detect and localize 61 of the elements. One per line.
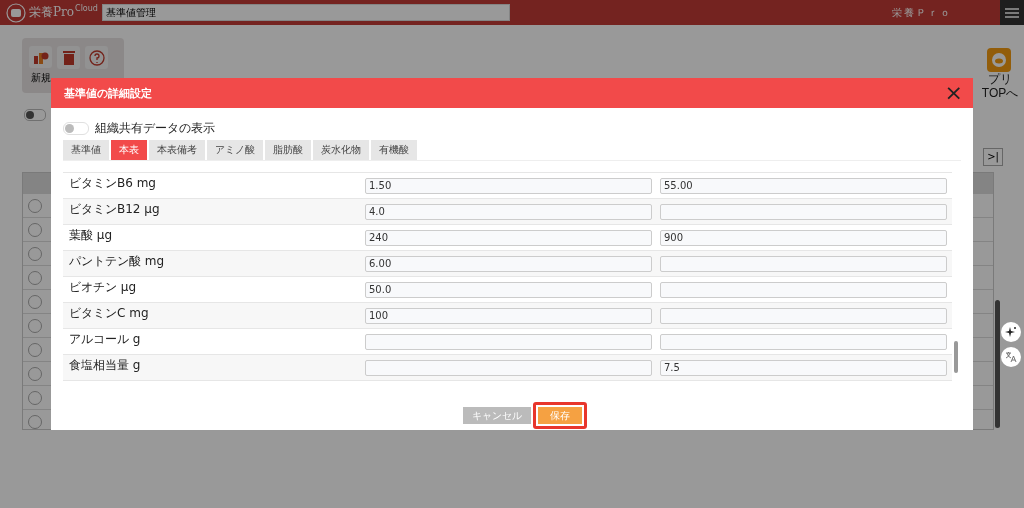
value-field[interactable] bbox=[660, 307, 947, 324]
app-name: 栄養Ｐｒｏ bbox=[892, 5, 952, 20]
tab[interactable]: 炭水化物 bbox=[313, 140, 369, 160]
value-field[interactable]: 1.50 bbox=[365, 177, 652, 194]
tab[interactable]: 脂肪酸 bbox=[265, 140, 311, 160]
radio-button[interactable] bbox=[28, 390, 42, 405]
radio-button[interactable] bbox=[28, 342, 42, 357]
radio-button[interactable] bbox=[28, 366, 42, 381]
nutrient-label: 食塩相当量 g bbox=[69, 357, 142, 374]
sparkle-icon[interactable] bbox=[1005, 326, 1017, 338]
scrollbar[interactable] bbox=[995, 300, 1000, 428]
app-logo-text: 栄養Pro bbox=[29, 4, 75, 21]
new-label: 新規 bbox=[30, 71, 51, 85]
radio-button[interactable] bbox=[28, 318, 42, 333]
nutrient-label: ビタミンB12 µg bbox=[69, 201, 161, 218]
value-field[interactable]: 55.00 bbox=[660, 177, 947, 194]
menu-icon[interactable] bbox=[1005, 7, 1019, 18]
radio-button[interactable] bbox=[28, 270, 42, 285]
value-field[interactable] bbox=[660, 333, 947, 350]
radio-button[interactable] bbox=[28, 414, 42, 429]
value-field[interactable]: 4.0 bbox=[365, 203, 652, 220]
cloud-app-icon[interactable] bbox=[987, 48, 1011, 72]
value-field[interactable] bbox=[365, 333, 652, 350]
nutrient-label: ビタミンC mg bbox=[69, 305, 150, 322]
nutrient-label: ビオチン µg bbox=[69, 279, 138, 296]
last-page-button[interactable]: >| bbox=[983, 148, 1003, 166]
radio-button[interactable] bbox=[28, 246, 42, 261]
toggle-switch[interactable] bbox=[63, 122, 89, 135]
nutrient-label: 葉酸 µg bbox=[69, 227, 114, 244]
value-field[interactable]: 50.0 bbox=[365, 281, 652, 298]
radio-button[interactable] bbox=[28, 222, 42, 237]
radio-button[interactable] bbox=[28, 294, 42, 309]
logo-cloud-label: Cloud bbox=[75, 3, 98, 13]
help-icon[interactable] bbox=[88, 49, 105, 66]
app-top-link[interactable]: プリTOPへ bbox=[977, 73, 1023, 101]
value-field[interactable] bbox=[660, 255, 947, 272]
translate-icon[interactable] bbox=[1005, 351, 1017, 363]
close-button[interactable]: × bbox=[944, 83, 963, 103]
tab[interactable]: 本表備考 bbox=[149, 140, 205, 160]
toggle-label: 組織共有データの表示 bbox=[95, 120, 215, 137]
value-field[interactable]: 100 bbox=[365, 307, 652, 324]
value-field[interactable] bbox=[660, 281, 947, 298]
value-field[interactable]: 6.00 bbox=[365, 255, 652, 272]
value-field[interactable] bbox=[660, 203, 947, 220]
dialog-title: 基準値の詳細設定 bbox=[64, 85, 152, 101]
logo-icon bbox=[6, 2, 26, 23]
tab[interactable]: 本表 bbox=[111, 140, 147, 160]
toggle-switch[interactable] bbox=[24, 108, 46, 121]
radio-button[interactable] bbox=[28, 198, 42, 213]
value-field[interactable]: 240 bbox=[365, 229, 652, 246]
tab[interactable]: 有機酸 bbox=[371, 140, 417, 160]
tab[interactable]: 基準値 bbox=[63, 140, 109, 160]
value-field[interactable]: 7.5 bbox=[660, 359, 947, 376]
search-field[interactable]: 基準値管理 bbox=[101, 4, 510, 21]
value-field[interactable] bbox=[365, 359, 652, 376]
nutrient-label: アルコール g bbox=[69, 331, 142, 348]
value-field[interactable]: 900 bbox=[660, 229, 947, 246]
nutrient-label: ビタミンB6 mg bbox=[69, 175, 157, 192]
trash-icon[interactable] bbox=[61, 49, 76, 66]
nutrient-label: パントテン酸 mg bbox=[69, 253, 166, 270]
tab[interactable]: アミノ酸 bbox=[207, 140, 263, 160]
